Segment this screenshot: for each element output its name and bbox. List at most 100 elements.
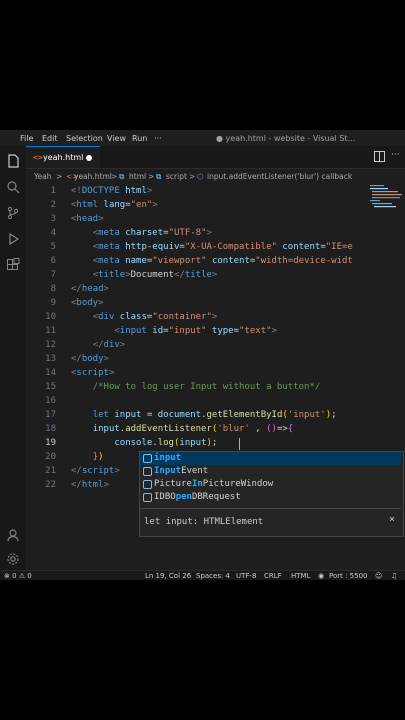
code-line: </body>: [71, 354, 109, 364]
explorer-icon[interactable]: [6, 154, 20, 168]
suggest-item[interactable]: IDBOpenDBRequest: [140, 491, 401, 504]
suggest-item[interactable]: InputEvent: [140, 465, 401, 478]
indentation[interactable]: Spaces: 4: [196, 572, 230, 580]
code-line: </script>: [71, 466, 120, 476]
split-editor-icon[interactable]: [374, 151, 385, 162]
broadcast-icon: ◉: [318, 572, 325, 580]
line-number: 9: [50, 298, 56, 308]
breadcrumb-sep: >: [111, 172, 118, 181]
suggest-pre: Picture: [154, 479, 192, 489]
suggest-widget[interactable]: input InputEvent PictureInPictureWindow …: [139, 451, 404, 537]
line-number: 13: [45, 354, 56, 364]
line-number: 1: [50, 186, 56, 196]
variable-icon: [143, 454, 152, 463]
line-number: 20: [45, 452, 56, 462]
more-actions-icon[interactable]: ···: [391, 150, 400, 160]
line-number: 12: [45, 340, 56, 350]
menu-more[interactable]: ···: [154, 134, 162, 143]
unsaved-dot-icon[interactable]: [86, 155, 92, 161]
live-server-port[interactable]: Port : 5500: [329, 572, 368, 580]
menu-file[interactable]: File: [20, 134, 33, 143]
code-line: input.addEventListener('blur' , ()=>{: [92, 424, 294, 434]
line-number: 8: [50, 284, 56, 294]
code-line: </div>: [92, 340, 126, 350]
run-debug-icon[interactable]: [6, 232, 20, 246]
line-number-active: 19: [45, 438, 56, 448]
code-line: <!DOCTYPE html>: [71, 186, 153, 196]
suggest-match: Input: [154, 466, 182, 476]
suggest-match: pen: [175, 492, 192, 502]
source-control-icon[interactable]: [6, 206, 20, 220]
end-of-line[interactable]: CRLF: [264, 572, 282, 580]
code-line: <head>: [71, 214, 104, 224]
menu-view[interactable]: View: [107, 134, 126, 143]
breadcrumb-folder[interactable]: Yeah: [34, 172, 52, 181]
cursor-position[interactable]: Ln 19, Col 26: [145, 572, 191, 580]
breadcrumb: Yeah > <> yeah.html > ⧉ html > ⧉ script …: [26, 169, 405, 183]
line-number: 7: [50, 270, 56, 280]
line-number: 11: [45, 326, 56, 336]
line-number: 17: [45, 410, 56, 420]
code-line: <meta http-equiv="X-UA-Compatible" conte…: [92, 242, 353, 252]
notifications-bell-icon[interactable]: ♫: [391, 572, 397, 580]
tab-yeah-html[interactable]: <> yeah.html: [26, 146, 100, 168]
breadcrumb-callback[interactable]: input.addEventListener('blur') callback: [207, 172, 352, 181]
element-icon: ⧉: [156, 172, 162, 181]
line-number: 10: [45, 312, 56, 322]
line-number: 5: [50, 242, 56, 252]
line-number: 2: [50, 200, 56, 210]
code-line: let input = document.getElementById('inp…: [92, 410, 337, 420]
activity-bar: [0, 146, 26, 570]
encoding[interactable]: UTF-8: [236, 572, 256, 580]
suggest-rest: PictureWindow: [202, 479, 274, 489]
minimap[interactable]: [370, 183, 403, 223]
menu-selection[interactable]: Selection: [66, 134, 103, 143]
status-bar: ⊗ 0 ⚠ 0 Ln 19, Col 26 Spaces: 4 UTF-8 CR…: [0, 570, 405, 580]
code-line: <title>Document</title>: [92, 270, 218, 280]
code-line: <meta charset="UTF-8">: [92, 228, 212, 238]
text-cursor: [239, 438, 240, 450]
suggest-detail: let input: HTMLElement ×: [140, 508, 401, 535]
menu-edit[interactable]: Edit: [42, 134, 58, 143]
suggest-item[interactable]: PictureInPictureWindow: [140, 478, 401, 491]
problems-indicator[interactable]: ⊗ 0 ⚠ 0: [4, 572, 32, 580]
menu-run[interactable]: Run: [132, 134, 147, 143]
suggest-match: input: [154, 453, 182, 463]
suggest-detail-text: let input: HTMLElement: [144, 517, 264, 527]
breadcrumb-file[interactable]: yeah.html: [74, 172, 112, 181]
code-line: /*How to log user Input without a button…: [92, 382, 321, 392]
code-line: <meta name="viewport" content="width=dev…: [92, 256, 353, 266]
tab-label: yeah.html: [43, 153, 84, 162]
settings-gear-icon[interactable]: [6, 552, 20, 566]
line-number: 21: [45, 466, 56, 476]
accounts-icon[interactable]: [6, 528, 20, 542]
close-icon[interactable]: ×: [389, 514, 395, 525]
language-mode[interactable]: HTML: [291, 572, 310, 580]
breadcrumb-html[interactable]: html: [129, 172, 146, 181]
search-icon[interactable]: [6, 180, 20, 194]
line-number: 16: [45, 396, 56, 406]
suggest-pre: IDBO: [154, 492, 176, 502]
code-line: <script>: [71, 368, 115, 378]
feedback-icon[interactable]: ☺: [375, 572, 382, 580]
function-icon: ⬡: [197, 172, 204, 181]
code-line: <body>: [71, 298, 104, 308]
breadcrumb-script[interactable]: script: [166, 172, 187, 181]
code-line: }): [92, 452, 104, 462]
extensions-icon[interactable]: [6, 258, 20, 272]
suggest-rest: Event: [181, 466, 209, 476]
line-number: 15: [45, 382, 56, 392]
code-line: </html>: [71, 480, 109, 490]
breadcrumb-sep: >: [189, 172, 196, 181]
suggest-rest: DBRequest: [191, 492, 241, 502]
code-line-current: console.log(input);: [114, 438, 218, 448]
element-icon: ⧉: [119, 172, 125, 181]
line-number: 4: [50, 228, 56, 238]
line-number: 22: [45, 480, 56, 490]
variable-icon: [143, 480, 152, 489]
line-number: 18: [45, 424, 56, 434]
code-line: </head>: [71, 284, 109, 294]
line-number: 14: [45, 368, 56, 378]
suggest-item[interactable]: input: [140, 452, 401, 465]
html-file-icon: <>: [33, 153, 43, 162]
